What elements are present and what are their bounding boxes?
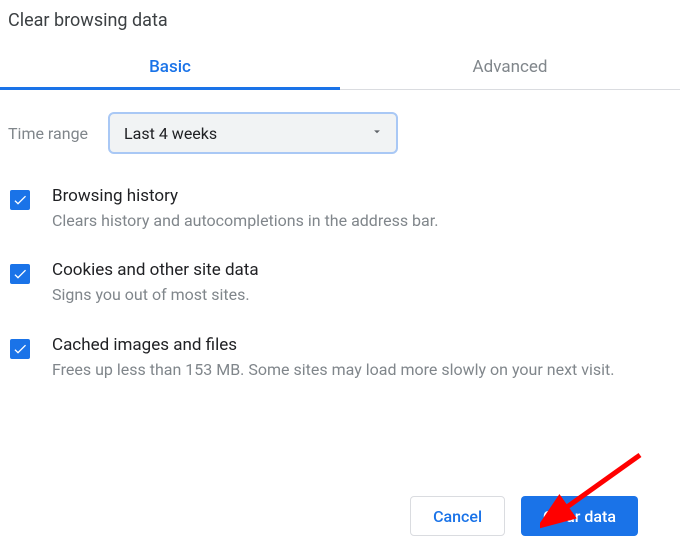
option-cached: Cached images and files Frees up less th… [10,319,670,393]
time-range-select-wrap: Last 4 weeks [108,112,398,154]
checkbox-cookies[interactable] [10,264,30,284]
cancel-button[interactable]: Cancel [410,496,505,536]
tab-advanced[interactable]: Advanced [340,47,680,89]
option-title: Cached images and files [52,335,614,355]
option-browsing-history: Browsing history Clears history and auto… [10,170,670,244]
check-icon [12,341,28,357]
tabs: Basic Advanced [0,47,680,90]
option-description: Clears history and autocompletions in th… [52,210,438,232]
time-range-select[interactable]: Last 4 weeks [108,112,398,154]
time-range-value: Last 4 weeks [124,124,217,143]
clear-data-button[interactable]: Clear data [521,496,638,536]
option-description: Signs you out of most sites. [52,284,259,306]
checkbox-browsing-history[interactable] [10,190,30,210]
time-range-row: Time range Last 4 weeks [0,90,680,164]
option-description: Frees up less than 153 MB. Some sites ma… [52,359,614,381]
checkbox-cached[interactable] [10,339,30,359]
option-text: Cached images and files Frees up less th… [52,335,614,381]
time-range-label: Time range [8,124,88,143]
option-text: Cookies and other site data Signs you ou… [52,260,259,306]
tab-basic[interactable]: Basic [0,47,340,89]
check-icon [12,266,28,282]
options-list: Browsing history Clears history and auto… [0,164,680,393]
check-icon [12,192,28,208]
dialog-title: Clear browsing data [0,0,680,47]
dialog-buttons: Cancel Clear data [410,496,638,536]
option-cookies: Cookies and other site data Signs you ou… [10,244,670,318]
option-title: Browsing history [52,186,438,206]
option-title: Cookies and other site data [52,260,259,280]
option-text: Browsing history Clears history and auto… [52,186,438,232]
